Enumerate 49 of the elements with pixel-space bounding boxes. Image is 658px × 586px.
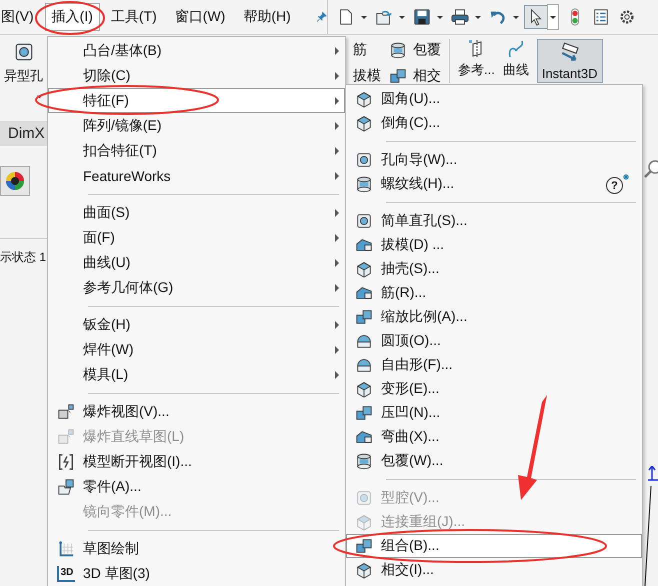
menu-item[interactable]: 参考几何体(G) — [48, 275, 345, 300]
menu-item[interactable]: 钣金(H) — [48, 312, 345, 337]
menu-item[interactable]: 3D 3D 草图(3) — [48, 561, 345, 586]
menu-item[interactable]: 零件(A)... — [48, 474, 345, 499]
menu-bar-item[interactable]: 帮助(H) — [236, 3, 298, 31]
menu-item[interactable]: 孔向导(W)... — [346, 148, 642, 172]
menu-item[interactable]: 变形(E)... — [346, 377, 642, 401]
menu-item[interactable]: 螺纹线(H)... ? — [346, 172, 642, 196]
ribbon-item[interactable]: 筋 — [353, 39, 381, 61]
menu-item[interactable]: 抽壳(S)... — [346, 257, 642, 281]
menu-item[interactable]: 模具(L) — [48, 362, 345, 387]
menu-item[interactable]: 草图绘制 — [48, 536, 345, 561]
menu-item[interactable]: 包覆(W)... — [346, 449, 642, 473]
menu-item[interactable]: 阵列/镜像(E) — [48, 113, 345, 138]
ribbon-item[interactable]: 参考... — [458, 39, 495, 79]
instant3d-button[interactable]: Instant3D — [536, 39, 602, 83]
menu-item[interactable]: 组合(B)... — [346, 534, 642, 558]
menu-item[interactable]: 特征(F) — [48, 88, 345, 113]
menu-item[interactable]: 相交(I)... — [346, 558, 642, 582]
ribbon-item[interactable]: 包覆 — [389, 39, 441, 61]
menu-item[interactable]: 圆角(U)... — [346, 87, 642, 111]
menu-bar-item[interactable]: 插入(I) — [44, 3, 100, 31]
tab[interactable]: DimX — [0, 121, 47, 146]
ribbon-item[interactable]: 拔模 — [353, 65, 381, 87]
menu-bar-item[interactable]: 工具(T) — [104, 3, 164, 31]
menu-item[interactable]: 简单直孔(S)... — [346, 209, 642, 233]
menu-item[interactable]: 拔模(D) ... — [346, 233, 642, 257]
menu-item[interactable]: 凸台/基体(B) — [48, 38, 345, 63]
menu-item[interactable]: 缩放比例(A)... — [346, 305, 642, 329]
menu-bar-item[interactable]: 窗口(W) — [168, 3, 232, 31]
menu-item[interactable]: 模型断开视图(I)... — [48, 449, 345, 474]
tool-label: 异型孔 — [4, 67, 43, 85]
menu-item[interactable]: 切除(C) — [48, 63, 345, 88]
menu-item[interactable]: 弯曲(X)... — [346, 425, 642, 449]
menu-item[interactable]: 曲面(S) — [48, 200, 345, 225]
menu-bar-item[interactable]: 图(V) — [0, 3, 41, 31]
menu-item[interactable]: 焊件(W) — [48, 337, 345, 362]
menu-item[interactable]: 圆顶(O)... — [346, 329, 642, 353]
menu-item[interactable]: 爆炸视图(V)... — [48, 399, 345, 424]
menu-item[interactable]: 曲线(U) — [48, 250, 345, 275]
ribbon-item[interactable]: 曲线 — [502, 39, 529, 79]
ribbon-item[interactable]: 相交 — [389, 65, 441, 87]
menu-item[interactable]: 扣合特征(T) — [48, 138, 345, 163]
menu-item[interactable]: 倒角(C)... — [346, 111, 642, 135]
menu-item[interactable]: FeatureWorks — [48, 163, 345, 188]
menu-item[interactable]: 筋(R)... — [346, 281, 642, 305]
menu-item[interactable]: 压凹(N)... — [346, 401, 642, 425]
menu-item[interactable]: 面(F) — [48, 225, 345, 250]
menu-item[interactable]: 自由形(F)... — [346, 353, 642, 377]
